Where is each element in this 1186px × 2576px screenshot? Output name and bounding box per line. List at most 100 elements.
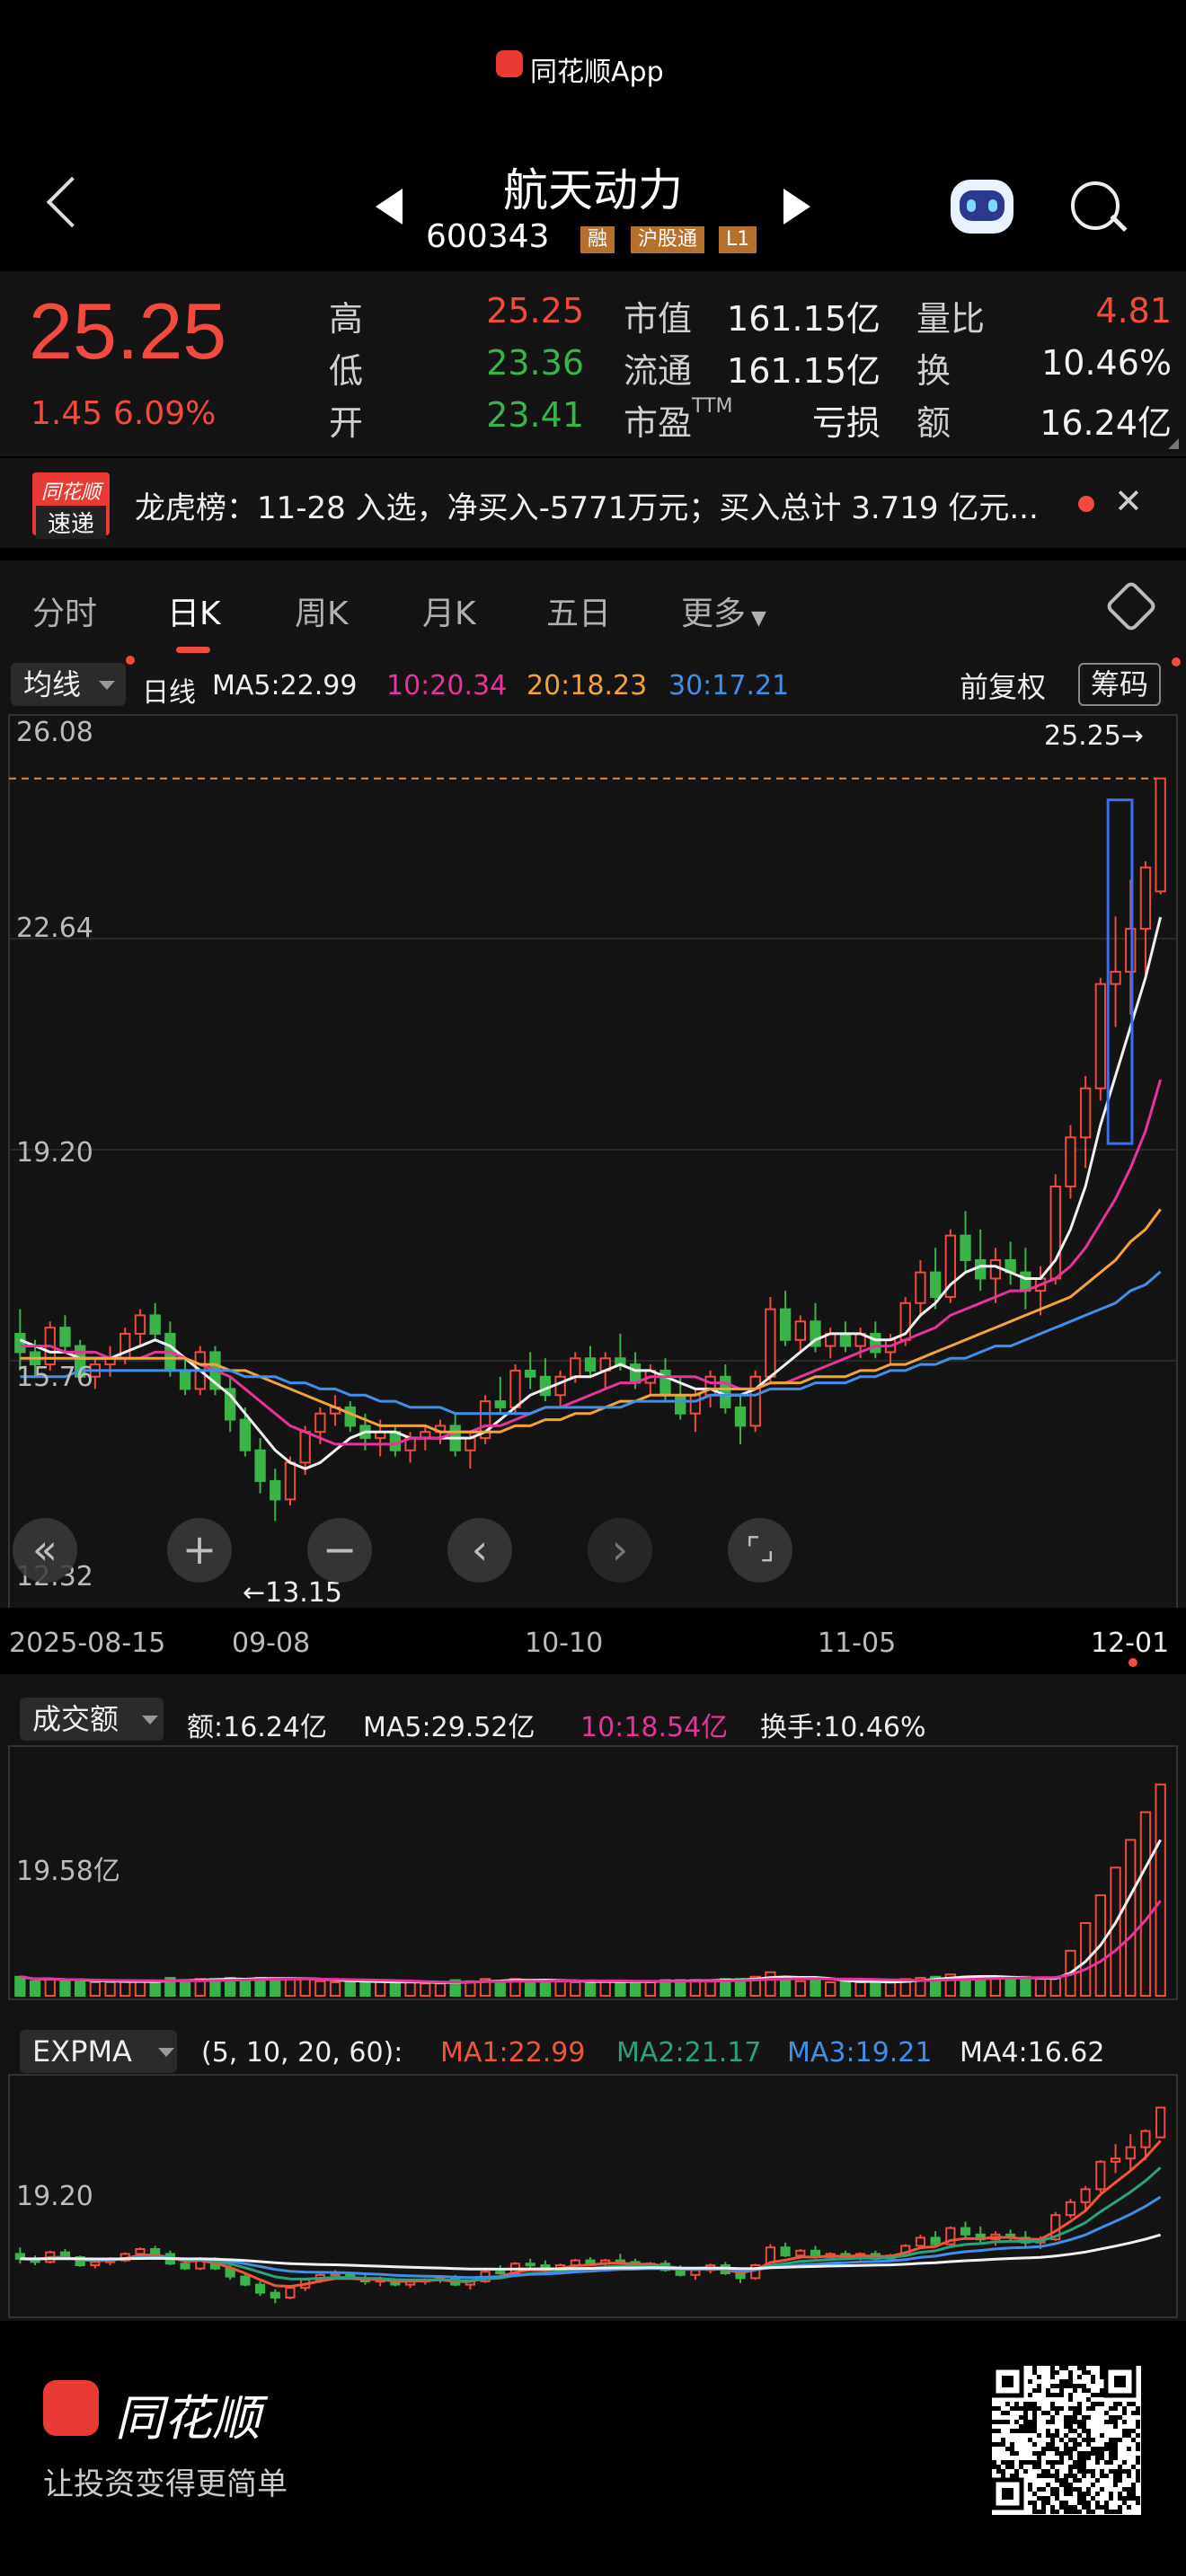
qr-module [1077, 2492, 1082, 2496]
qr-module [1100, 2487, 1104, 2492]
zoom-out-icon[interactable]: − [307, 1518, 372, 1583]
qr-module [1014, 2402, 1019, 2406]
qr-module [1113, 2438, 1118, 2442]
qr-module [1010, 2429, 1014, 2433]
qr-module [1001, 2438, 1005, 2442]
qr-module [1014, 2469, 1019, 2474]
search-icon[interactable] [1071, 181, 1120, 230]
qr-module [1064, 2442, 1068, 2447]
qr-module [1014, 2429, 1019, 2433]
qr-module [1086, 2501, 1091, 2505]
qr-module [1046, 2388, 1050, 2393]
expma-chart[interactable] [0, 2071, 1186, 2323]
qr-module [1059, 2438, 1064, 2442]
qr-module [1032, 2492, 1037, 2496]
qr-module [1131, 2487, 1136, 2492]
qr-module [1095, 2460, 1100, 2465]
volume-bar [104, 1981, 116, 1997]
qr-module [1086, 2456, 1091, 2460]
qr-module [1046, 2469, 1050, 2474]
prev-stock-arrow-icon[interactable] [376, 189, 403, 225]
qr-module [1050, 2375, 1055, 2379]
qr-module [1055, 2469, 1059, 2474]
qr-module [1131, 2496, 1136, 2501]
volume-bar [884, 1981, 897, 1997]
fullscreen-icon[interactable]: ⌜⌟ [728, 1518, 792, 1583]
value-volume-ratio: 4.81 [1095, 291, 1172, 331]
volume-bar [810, 1978, 821, 1997]
qr-module [1091, 2510, 1095, 2514]
qr-module [1131, 2465, 1136, 2469]
tab-intraday[interactable]: 分时 [32, 587, 97, 634]
qr-module [1095, 2451, 1100, 2456]
tab-five-day[interactable]: 五日 [546, 587, 611, 634]
qr-module [992, 2465, 996, 2469]
volume-bar [1020, 1975, 1031, 1997]
qr-module [1068, 2438, 1073, 2442]
zoom-in-icon[interactable]: + [167, 1518, 232, 1583]
qr-module [1068, 2375, 1073, 2379]
expand-corner-icon[interactable] [1168, 438, 1179, 449]
qr-module [1100, 2447, 1104, 2451]
chip-button[interactable]: 筹码 [1078, 663, 1162, 706]
qr-module [1095, 2456, 1100, 2460]
qr-module [1050, 2487, 1055, 2492]
qr-module [1001, 2420, 1005, 2424]
tab-monthly-k[interactable]: 月K [422, 587, 476, 634]
qr-module [1023, 2420, 1028, 2424]
qr-module [1095, 2402, 1100, 2406]
volume-bar [314, 1980, 326, 1997]
adjust-select[interactable]: 前复权 [960, 665, 1046, 706]
qr-module [1046, 2433, 1050, 2438]
close-icon[interactable]: ✕ [1114, 481, 1143, 521]
volume-bar [149, 1980, 161, 1997]
next-stock-arrow-icon[interactable] [783, 189, 810, 225]
qr-module [1100, 2402, 1104, 2406]
expma-ma1: MA1:22.99 [440, 2037, 586, 2069]
candle-body [675, 1394, 686, 1415]
tab-more[interactable]: 更多 ▼ [681, 587, 766, 634]
label-amount: 额 [916, 403, 951, 443]
volume-bar [284, 1978, 296, 1997]
qr-module [1041, 2474, 1046, 2478]
qr-module [1037, 2465, 1041, 2469]
x-label-1: 09-08 [232, 1628, 311, 1659]
x-label-3: 11-05 [818, 1628, 897, 1659]
qr-module [1100, 2469, 1104, 2474]
qr-module [1068, 2420, 1073, 2424]
tab-daily-k[interactable]: 日K [167, 587, 221, 634]
volume-chart[interactable] [0, 1742, 1186, 2012]
expma-candle-body [270, 2291, 280, 2299]
qr-module [1032, 2411, 1037, 2415]
qr-module [1055, 2478, 1059, 2483]
qr-module [1109, 2420, 1113, 2424]
volume-bar [1155, 1783, 1166, 1998]
volume-amount: 额:16.24亿 [187, 1712, 327, 1743]
volume-bar [494, 1980, 506, 1997]
qr-module [1073, 2505, 1077, 2510]
qr-module [1041, 2510, 1046, 2514]
scroll-left-icon[interactable]: ‹ [447, 1518, 512, 1583]
qr-module [1041, 2487, 1046, 2492]
tab-weekly-k[interactable]: 周K [295, 587, 349, 634]
zoom-out-max-icon[interactable]: « [13, 1518, 77, 1583]
qr-module [1127, 2402, 1131, 2406]
qr-module [1055, 2429, 1059, 2433]
news-text[interactable]: 龙虎榜：11-28 入选，净买入-5771万元；买入总计 3.719 亿元... [135, 483, 1051, 527]
candle-body [1065, 1136, 1076, 1187]
qr-module [1032, 2420, 1037, 2424]
expma-indicator-select[interactable]: EXPMA [20, 2030, 177, 2073]
qr-module [1046, 2447, 1050, 2451]
scroll-right-icon[interactable]: › [588, 1518, 652, 1583]
chevron-down-icon [99, 681, 115, 690]
expma-candle-body [960, 2227, 971, 2236]
qr-module [1028, 2460, 1032, 2465]
qr-module [1037, 2456, 1041, 2460]
qr-module [1041, 2501, 1046, 2505]
qr-module [1001, 2474, 1005, 2478]
volume-ma5: MA5:29.52亿 [363, 1712, 535, 1743]
qr-module [1136, 2433, 1140, 2438]
qr-module [1091, 2402, 1095, 2406]
today-dot-icon [1128, 1658, 1137, 1667]
qr-module [1019, 2406, 1023, 2411]
